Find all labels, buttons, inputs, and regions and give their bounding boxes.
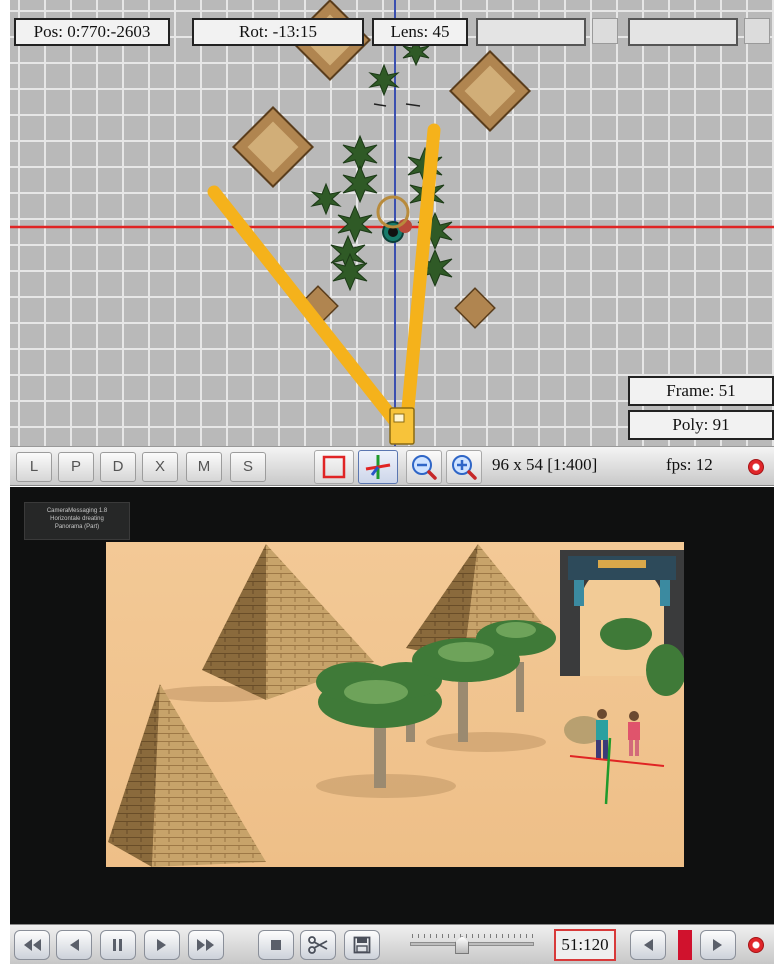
- timeline-slider[interactable]: [410, 942, 534, 946]
- position-readout: Pos: 0:770:-2603: [14, 18, 170, 46]
- save-button[interactable]: [344, 930, 380, 960]
- view-button-p[interactable]: P: [58, 452, 94, 482]
- readout-option-button-1[interactable]: [592, 18, 618, 44]
- view-toolbar: L P D X M S 96 x 54 [1:400] fps: 12: [10, 446, 774, 486]
- camera-render: [106, 542, 684, 867]
- lens-readout: Lens: 45: [372, 18, 468, 46]
- pause-button[interactable]: [100, 930, 136, 960]
- view-button-s[interactable]: S: [230, 452, 266, 482]
- step-back-button[interactable]: [56, 930, 92, 960]
- overlay-line-3: Panorama (Part): [54, 524, 100, 530]
- prev-frame-button[interactable]: [630, 930, 666, 960]
- prev-frame-icon: [644, 939, 653, 951]
- timeline-thumb[interactable]: [455, 936, 470, 954]
- scissors-icon: [308, 936, 328, 954]
- fps-label: fps: 12: [666, 455, 713, 474]
- axis-gizmo-icon: [365, 455, 391, 479]
- overlay-line-2: Horizontale dreating: [50, 516, 104, 522]
- readout-option-button-2[interactable]: [744, 18, 770, 44]
- pyramid-top-2: [448, 49, 532, 133]
- empty-readout-1: [476, 18, 586, 46]
- frame-readout: Frame: 51: [628, 376, 774, 406]
- view-button-x[interactable]: X: [142, 452, 178, 482]
- view-button-l[interactable]: L: [16, 452, 52, 482]
- timeline-ticks: [412, 934, 534, 938]
- poly-readout: Poly: 91: [628, 410, 774, 440]
- view-button-d[interactable]: D: [100, 452, 136, 482]
- zoom-in-icon: [452, 455, 477, 480]
- cut-button[interactable]: [300, 930, 336, 960]
- pause-icon: [113, 939, 122, 951]
- stop-button[interactable]: [258, 930, 294, 960]
- camera-frustum: [207, 123, 441, 437]
- pyramid-top-5: [454, 287, 496, 329]
- empty-readout-2: [628, 18, 738, 46]
- record-icon[interactable]: [748, 937, 764, 953]
- view-button-m[interactable]: M: [186, 452, 222, 482]
- next-frame-icon: [713, 939, 722, 951]
- top-viewport[interactable]: Pos: 0:770:-2603 Rot: -13:15 Lens: 45 Fr…: [10, 0, 774, 446]
- pyramid-top-3: [231, 105, 315, 189]
- play-button[interactable]: [144, 930, 180, 960]
- overlay-line-1: CameraMessaging 1.8: [46, 508, 108, 514]
- record-icon[interactable]: [748, 459, 764, 475]
- stop-icon: [271, 940, 281, 950]
- rewind-button[interactable]: [14, 930, 50, 960]
- play-icon: [157, 939, 166, 951]
- step-back-icon: [70, 939, 79, 951]
- direction-markers: [373, 103, 421, 107]
- fast-forward-icon: [197, 939, 214, 951]
- record-marker: [678, 930, 692, 960]
- camera-info-overlay: CameraMessaging 1.8 Horizontale dreating…: [24, 502, 130, 540]
- rotation-readout: Rot: -13:15: [192, 18, 364, 46]
- zoom-out-button[interactable]: [406, 450, 442, 484]
- zoom-out-icon: [412, 455, 437, 480]
- select-tool-button[interactable]: [314, 450, 354, 484]
- transport-bar: 51:120: [10, 924, 774, 964]
- resolution-label: 96 x 54 [1:400]: [492, 455, 598, 474]
- fast-forward-button[interactable]: [188, 930, 224, 960]
- axis-tool-button[interactable]: [358, 450, 398, 484]
- save-icon: [353, 936, 371, 954]
- zoom-in-button[interactable]: [446, 450, 482, 484]
- next-frame-button[interactable]: [700, 930, 736, 960]
- camera-icon: [389, 407, 415, 445]
- frame-counter: 51:120: [554, 929, 616, 961]
- square-select-icon: [322, 455, 346, 479]
- camera-viewport[interactable]: CameraMessaging 1.8 Horizontale dreating…: [10, 487, 774, 924]
- rewind-icon: [24, 939, 41, 951]
